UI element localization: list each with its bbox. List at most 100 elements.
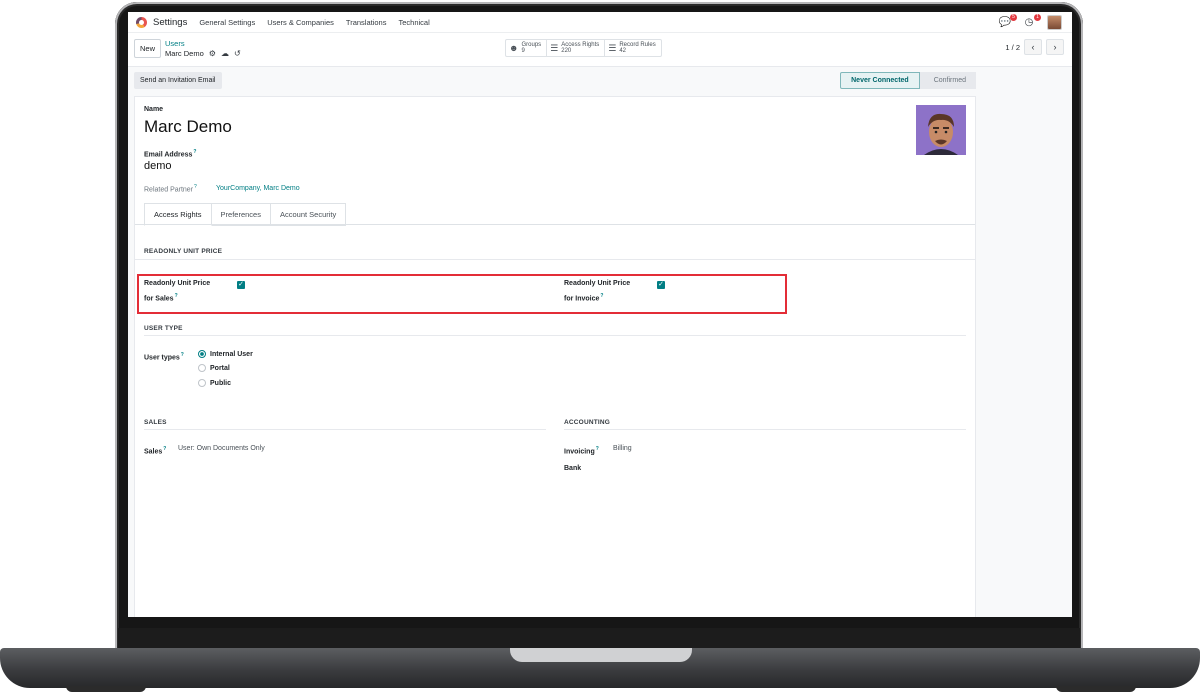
tab-access-rights[interactable]: Access Rights — [144, 203, 212, 226]
chevron-right-icon: › — [1053, 42, 1057, 52]
readonly-sales-help-icon[interactable]: ? — [175, 293, 178, 299]
record-rules-smart-button[interactable]: ☰ Record Rules 42 — [605, 40, 660, 56]
radio-portal[interactable]: Portal — [198, 364, 230, 372]
sales-label-text: Sales — [144, 448, 163, 456]
sales-help-icon[interactable]: ? — [163, 446, 166, 452]
accounting-section-rule — [564, 429, 966, 430]
groups-smart-button[interactable]: ☻ Groups 9 — [506, 40, 548, 56]
breadcrumb-current-label: Marc Demo — [165, 49, 204, 58]
list-icon: ☰ — [550, 42, 559, 53]
record-rules-count: 42 — [619, 48, 627, 54]
email-field[interactable]: demo — [144, 160, 172, 172]
invoicing-help-icon[interactable]: ? — [596, 446, 599, 452]
activity-badge: 1 — [1034, 13, 1041, 21]
discard-icon[interactable]: ↺ — [234, 48, 241, 59]
activity-button[interactable]: ◷ 1 — [1023, 13, 1041, 29]
radio-public-label: Public — [210, 379, 232, 387]
app-logo-icon[interactable] — [136, 16, 147, 28]
tab-account-security[interactable]: Account Security — [270, 203, 347, 226]
clock-icon: ◷ — [1024, 17, 1034, 28]
readonly-sales-line1: Readonly Unit Price — [144, 280, 211, 287]
radio-public[interactable]: Public — [198, 379, 231, 387]
access-rights-label: Access Rights — [561, 41, 600, 48]
record-rules-label: Record Rules — [619, 41, 656, 48]
check-icon: ✓ — [658, 281, 664, 288]
radio-portal-input[interactable] — [198, 364, 206, 372]
readonly-sales-checkbox[interactable]: ✓ — [237, 281, 245, 289]
check-icon: ✓ — [238, 281, 244, 288]
form-sheet: Name Marc Demo Email Address? demo Relat… — [134, 96, 976, 617]
readonly-invoice-label: Readonly Unit Price for Invoice? — [564, 278, 630, 305]
app-name[interactable]: Settings — [153, 17, 187, 28]
access-rights-count: 220 — [561, 48, 572, 54]
readonly-section-rule — [135, 259, 975, 260]
cartoon-face-icon — [916, 105, 966, 155]
top-navbar: Settings General Settings Users & Compan… — [128, 12, 1072, 33]
status-never-connected[interactable]: Never Connected — [840, 72, 926, 89]
status-confirmed[interactable]: Confirmed — [919, 72, 976, 89]
pager-previous-button[interactable]: ‹ — [1024, 39, 1042, 55]
breadcrumb: Users Marc Demo ⚙ ☁ ↺ — [165, 39, 241, 59]
groups-count: 9 — [521, 48, 525, 54]
readonly-invoice-checkbox[interactable]: ✓ — [657, 281, 665, 289]
form-statusbar-row: Send an Invitation Email Never Connected… — [134, 70, 976, 94]
user-avatar[interactable] — [1047, 15, 1062, 30]
name-label: Name — [144, 106, 164, 113]
partner-help-icon[interactable]: ? — [194, 184, 197, 190]
related-partner-label: Related Partner? — [144, 184, 197, 193]
breadcrumb-users[interactable]: Users — [165, 39, 241, 48]
user-type-section-rule — [144, 335, 966, 336]
name-field[interactable]: Marc Demo — [144, 117, 232, 137]
readonly-invoice-help-icon[interactable]: ? — [600, 293, 603, 299]
readonly-sales-line2: for Sales — [144, 295, 174, 303]
tab-divider — [135, 224, 975, 225]
pager-value[interactable]: 1 / 2 — [1005, 43, 1020, 52]
new-button[interactable]: New — [134, 39, 162, 58]
invoicing-value[interactable]: Billing — [613, 445, 632, 452]
user-types-label-text: User types — [144, 354, 180, 362]
accounting-section-title: ACCOUNTING — [564, 419, 611, 426]
tab-preferences[interactable]: Preferences — [211, 203, 271, 226]
menu-general-settings[interactable]: General Settings — [199, 18, 255, 27]
menu-users-companies[interactable]: Users & Companies — [267, 18, 334, 27]
users-group-icon: ☻ — [509, 43, 519, 53]
invoicing-label: Invoicing? — [564, 443, 599, 458]
chat-button[interactable]: 💬 5 — [999, 13, 1017, 29]
send-invitation-button[interactable]: Send an Invitation Email — [134, 72, 222, 89]
user-type-section-title: USER TYPE — [144, 325, 183, 332]
list-icon: ☰ — [608, 42, 617, 53]
statusbar: Never Connected Confirmed — [840, 72, 976, 89]
radio-portal-label: Portal — [210, 364, 230, 372]
radio-internal-user[interactable]: Internal User — [198, 350, 253, 358]
groups-label: Groups — [521, 41, 542, 48]
bank-label: Bank — [564, 465, 582, 472]
navbar-right: 💬 5 ◷ 1 — [999, 13, 1062, 30]
related-partner-link[interactable]: YourCompany, Marc Demo — [216, 185, 300, 192]
readonly-section-title: READONLY UNIT PRICE — [144, 248, 223, 255]
menu-technical[interactable]: Technical — [398, 18, 429, 27]
smart-buttons: ☻ Groups 9 ☰ Access Rights 220 ☰ Record Ru… — [505, 39, 662, 57]
radio-public-input[interactable] — [198, 379, 206, 387]
readonly-sales-label: Readonly Unit Price for Sales? — [144, 278, 210, 305]
chevron-left-icon: ‹ — [1031, 42, 1035, 52]
email-help-icon[interactable]: ? — [193, 149, 196, 155]
access-rights-smart-button[interactable]: ☰ Access Rights 220 — [547, 40, 606, 56]
notebook-tabs: Access Rights Preferences Account Securi… — [144, 203, 347, 226]
invoicing-label-text: Invoicing — [564, 448, 595, 456]
pager-next-button[interactable]: › — [1046, 39, 1064, 55]
cloud-save-icon[interactable]: ☁ — [221, 48, 229, 59]
readonly-invoice-line1: Readonly Unit Price — [564, 280, 631, 287]
control-panel: New Users Marc Demo ⚙ ☁ ↺ ☻ Groups 9 ☰ Ac… — [128, 33, 1072, 67]
laptop-notch — [510, 648, 692, 662]
chat-badge: 5 — [1010, 13, 1017, 21]
sales-section-title: SALES — [144, 419, 167, 426]
laptop-foot-left — [66, 686, 146, 692]
gear-icon[interactable]: ⚙ — [209, 48, 216, 59]
email-label: Email Address? — [144, 149, 196, 158]
screen: Settings General Settings Users & Compan… — [128, 12, 1072, 617]
menu-translations[interactable]: Translations — [346, 18, 387, 27]
user-photo-avatar[interactable] — [916, 105, 966, 155]
sales-value[interactable]: User: Own Documents Only — [178, 445, 265, 452]
user-types-help-icon[interactable]: ? — [181, 352, 184, 358]
radio-internal-user-input[interactable] — [198, 350, 206, 358]
